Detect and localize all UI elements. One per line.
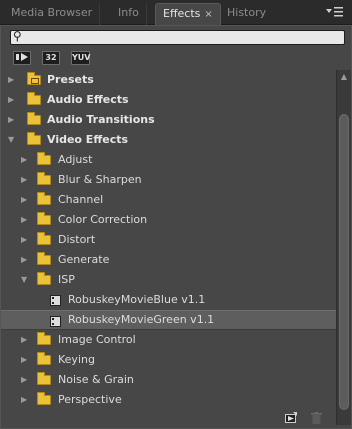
folder-icon bbox=[37, 252, 51, 265]
search-icon: ⚲ bbox=[13, 29, 22, 43]
tree-item-label: Blur & Sharpen bbox=[58, 173, 142, 186]
trash-icon[interactable] bbox=[309, 412, 323, 426]
filter-label: YUV bbox=[72, 53, 91, 62]
folder-icon bbox=[37, 212, 51, 225]
chevron-right-icon[interactable]: ▶ bbox=[21, 230, 31, 250]
new-custom-bin-glyph bbox=[285, 412, 297, 423]
folder-icon bbox=[37, 332, 51, 345]
tab-info[interactable]: Info bbox=[111, 3, 147, 25]
tree-item-label: Distort bbox=[58, 233, 96, 246]
tree-item-label: Keying bbox=[58, 353, 95, 366]
folder-icon bbox=[27, 132, 41, 145]
chevron-right-icon[interactable]: ▶ bbox=[21, 330, 31, 350]
chevron-right-icon[interactable]: ▶ bbox=[8, 110, 18, 130]
effects-tree: ▶ Presets ▶ Audio Effects ▶ Audio Transi… bbox=[1, 70, 337, 410]
tab-effects[interactable]: Effects × bbox=[155, 3, 221, 25]
chevron-right-icon[interactable]: ▶ bbox=[21, 370, 31, 390]
chevron-right-icon[interactable]: ▶ bbox=[21, 390, 31, 410]
chevron-right-icon[interactable]: ▶ bbox=[21, 210, 31, 230]
tree-item-noise-grain[interactable]: ▶ Noise & Grain bbox=[1, 370, 337, 390]
tree-item-channel[interactable]: ▶ Channel bbox=[1, 190, 337, 210]
chevron-right-icon[interactable]: ▶ bbox=[21, 350, 31, 370]
tab-label: Info bbox=[118, 6, 139, 19]
tree-item-presets[interactable]: ▶ Presets bbox=[1, 70, 337, 90]
folder-icon bbox=[37, 232, 51, 245]
folder-icon bbox=[37, 192, 51, 205]
tab-label: Effects bbox=[163, 7, 201, 20]
tab-media-browser[interactable]: Media Browser bbox=[4, 3, 101, 25]
tab-label: Media Browser bbox=[11, 6, 93, 19]
chevron-right-icon[interactable]: ▶ bbox=[21, 150, 31, 170]
new-custom-bin-icon[interactable] bbox=[284, 412, 298, 426]
folder-icon bbox=[37, 392, 51, 405]
folder-icon bbox=[37, 272, 51, 285]
tree-item-label: Audio Effects bbox=[47, 93, 129, 106]
tree-item-video-effects[interactable]: ▼ Video Effects bbox=[1, 130, 337, 150]
effect-icon bbox=[50, 316, 61, 327]
search-input[interactable] bbox=[27, 31, 337, 44]
tree-item-label: Image Control bbox=[58, 333, 136, 346]
scrollbar-thumb[interactable] bbox=[339, 114, 349, 410]
tree-item-audio-effects[interactable]: ▶ Audio Effects bbox=[1, 90, 337, 110]
tree-item-isp[interactable]: ▼ ISP bbox=[1, 270, 337, 290]
tree-item-label: Color Correction bbox=[58, 213, 148, 226]
tree-item-blur-sharpen[interactable]: ▶ Blur & Sharpen bbox=[1, 170, 337, 190]
panel-menu-icon[interactable] bbox=[324, 6, 344, 19]
panel-tab-bar: Media Browser Info Effects × History bbox=[0, 0, 352, 25]
chevron-down-icon[interactable]: ▼ bbox=[21, 270, 31, 290]
preset-folder-icon bbox=[27, 72, 41, 85]
search-box[interactable]: ⚲ bbox=[10, 29, 345, 45]
32-bit-color-icon[interactable]: 32 bbox=[42, 51, 60, 65]
close-icon[interactable]: × bbox=[204, 9, 212, 20]
chevron-right-icon[interactable]: ▶ bbox=[8, 70, 18, 90]
tree-item-label: Perspective bbox=[58, 393, 122, 406]
tree-item-label: RobuskeyMovieGreen v1.1 bbox=[68, 313, 215, 326]
effects-panel: ⚲ 32 YUV ▶ Presets ▶ Audio Effects ▶ Aud… bbox=[0, 25, 352, 429]
tree-item-robuskey-movie-blue[interactable]: RobuskeyMovieBlue v1.1 bbox=[1, 290, 337, 310]
tree-item-label: Presets bbox=[47, 73, 94, 86]
chevron-right-icon[interactable]: ▶ bbox=[8, 90, 18, 110]
folder-icon bbox=[37, 352, 51, 365]
chevron-right-icon[interactable]: ▶ bbox=[21, 190, 31, 210]
tree-item-label: Adjust bbox=[58, 153, 93, 166]
chevron-right-icon[interactable]: ▶ bbox=[21, 170, 31, 190]
tree-item-label: Generate bbox=[58, 253, 110, 266]
trash-glyph bbox=[310, 412, 322, 424]
accelerated-effects-icon[interactable] bbox=[13, 51, 31, 65]
tree-item-label: RobuskeyMovieBlue v1.1 bbox=[68, 293, 206, 306]
vertical-scrollbar[interactable]: ▲ bbox=[336, 70, 351, 425]
accelerated-effects-glyph bbox=[16, 53, 28, 61]
tree-item-image-control[interactable]: ▶ Image Control bbox=[1, 330, 337, 350]
tree-item-perspective[interactable]: ▶ Perspective bbox=[1, 390, 337, 410]
chevron-right-icon[interactable]: ▶ bbox=[21, 250, 31, 270]
tree-item-label: ISP bbox=[58, 273, 75, 286]
tab-label: History bbox=[227, 6, 267, 19]
tree-item-label: Channel bbox=[58, 193, 104, 206]
tree-item-label: Video Effects bbox=[47, 133, 129, 146]
tree-item-label: Audio Transitions bbox=[47, 113, 155, 126]
folder-icon bbox=[37, 152, 51, 165]
folder-icon bbox=[37, 372, 51, 385]
folder-icon bbox=[27, 92, 41, 105]
tree-item-keying[interactable]: ▶ Keying bbox=[1, 350, 337, 370]
folder-icon bbox=[37, 172, 51, 185]
folder-icon bbox=[27, 112, 41, 125]
yuv-effects-icon[interactable]: YUV bbox=[71, 51, 90, 65]
tree-item-distort[interactable]: ▶ Distort bbox=[1, 230, 337, 250]
tree-item-audio-transitions[interactable]: ▶ Audio Transitions bbox=[1, 110, 337, 130]
filter-label: 32 bbox=[45, 53, 57, 62]
panel-menu-glyph bbox=[326, 7, 343, 17]
tree-item-generate[interactable]: ▶ Generate bbox=[1, 250, 337, 270]
effect-icon bbox=[50, 295, 61, 306]
tree-item-color-correction[interactable]: ▶ Color Correction bbox=[1, 210, 337, 230]
tab-history[interactable]: History bbox=[220, 3, 273, 25]
scroll-up-arrow-icon[interactable]: ▲ bbox=[337, 70, 351, 84]
tree-item-adjust[interactable]: ▶ Adjust bbox=[1, 150, 337, 170]
tree-item-robuskey-movie-green[interactable]: RobuskeyMovieGreen v1.1 bbox=[1, 310, 337, 330]
tree-item-label: Noise & Grain bbox=[58, 373, 134, 386]
chevron-down-icon[interactable]: ▼ bbox=[8, 130, 18, 150]
